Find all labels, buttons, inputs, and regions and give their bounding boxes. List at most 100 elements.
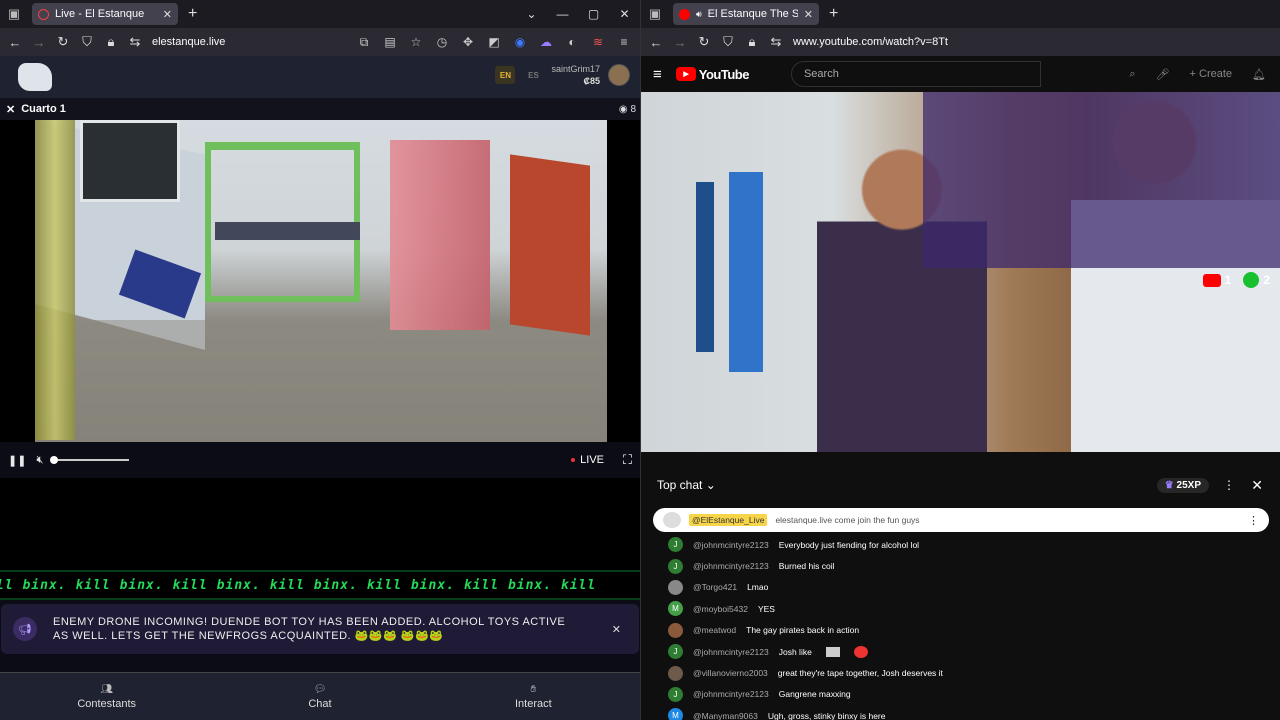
- tab-overview-icon[interactable]: ▣: [641, 0, 669, 28]
- close-window-icon[interactable]: ✕: [609, 7, 640, 21]
- shield-icon[interactable]: ⛉: [76, 34, 98, 50]
- search-input[interactable]: Search: [790, 61, 1041, 87]
- lock-icon[interactable]: 🔒︎: [741, 34, 763, 50]
- chat-message[interactable]: J @johnmcintyre2123 Josh like: [653, 641, 1269, 662]
- history-icon[interactable]: ◷: [430, 35, 454, 49]
- chat-message[interactable]: @villanovierno2003 great they're tape tog…: [653, 662, 1269, 683]
- chat-author[interactable]: @moyboi5432: [693, 604, 748, 614]
- lang-es-button[interactable]: ES: [523, 66, 543, 84]
- chat-message[interactable]: M @Manyman9063 Ugh, gross, stinky binxy is…: [653, 705, 1269, 720]
- fullscreen-icon[interactable]: ⛶: [623, 452, 632, 468]
- back-icon[interactable]: ←: [645, 35, 667, 50]
- nav-chat[interactable]: 💬︎ Chat: [213, 673, 426, 720]
- chat-text: Everybody just fiending for alcohol lol: [778, 539, 920, 550]
- avatar[interactable]: J: [668, 686, 683, 702]
- extension-blue-icon[interactable]: ◉: [508, 35, 532, 49]
- user-info[interactable]: saintGrim17 ₡85: [551, 63, 600, 87]
- shield-icon[interactable]: ⛉: [717, 34, 739, 50]
- xp-badge[interactable]: ♛ 25XP: [1156, 477, 1209, 493]
- extension-red-icon[interactable]: ≋: [586, 35, 610, 49]
- chat-author[interactable]: @meatwod: [693, 625, 736, 635]
- close-tab-icon[interactable]: ✕: [163, 8, 172, 21]
- youtube-logo[interactable]: ▶ YouTube: [675, 66, 750, 82]
- avatar[interactable]: M: [668, 708, 683, 720]
- avatar[interactable]: [608, 64, 630, 86]
- chat-author[interactable]: @johnmcintyre2123: [693, 540, 769, 550]
- youtube-video[interactable]: 1 2: [641, 92, 1280, 452]
- hamburger-menu-icon[interactable]: ≡: [653, 66, 662, 83]
- volume-knob[interactable]: [50, 456, 59, 464]
- avatar[interactable]: [668, 665, 683, 681]
- elestanque-logo[interactable]: [18, 63, 52, 91]
- chat-message[interactable]: @meatwod The gay pirates back in action: [653, 620, 1269, 641]
- chat-author[interactable]: @villanovierno2003: [693, 668, 768, 678]
- forward-icon[interactable]: →: [28, 35, 50, 50]
- create-button[interactable]: + Create: [1190, 68, 1233, 80]
- announcement-text: ENEMY DRONE INCOMING! DUENDE BOT TOY HAS…: [53, 616, 566, 642]
- extensions-icon[interactable]: ✥: [456, 35, 480, 49]
- extension-purple-icon[interactable]: ☁: [534, 35, 558, 49]
- search-icon[interactable]: ⌕: [1129, 68, 1135, 81]
- chat-author[interactable]: @Torgo421: [693, 582, 737, 592]
- nav-contestants[interactable]: 👥︎ Contestants: [0, 673, 213, 720]
- avatar[interactable]: [668, 579, 683, 595]
- chat-author[interactable]: @johnmcintyre2123: [693, 647, 769, 657]
- reader-icon[interactable]: ▤: [378, 35, 402, 49]
- reload-icon[interactable]: ↻: [52, 34, 74, 50]
- picture-in-picture-icon[interactable]: ⧉: [352, 35, 376, 50]
- chat-message[interactable]: @Torgo421 Lmao: [653, 577, 1269, 598]
- new-tab-icon[interactable]: +: [188, 5, 197, 23]
- chat-author[interactable]: @Manyman9063: [693, 711, 758, 720]
- chat-message[interactable]: J @johnmcintyre2123 Everybody just fiendin…: [653, 534, 1269, 555]
- notifications-icon[interactable]: 🔔︎: [1252, 68, 1266, 81]
- mute-icon[interactable]: 🔇︎: [36, 454, 43, 467]
- extension-off-icon[interactable]: ◩: [482, 35, 506, 49]
- more-options-icon[interactable]: ⋮: [1223, 478, 1235, 492]
- lock-icon[interactable]: 🔒︎: [100, 34, 122, 50]
- bookmark-star-icon[interactable]: ☆: [404, 35, 428, 49]
- microphone-icon[interactable]: 🎤︎: [1156, 68, 1170, 81]
- tab-list-icon[interactable]: ⌄: [516, 7, 547, 21]
- close-announcement-icon[interactable]: ✕: [612, 623, 621, 636]
- youtube-count: 1: [1224, 273, 1232, 287]
- new-tab-icon[interactable]: +: [829, 5, 838, 23]
- minimize-icon[interactable]: —: [547, 7, 578, 21]
- camera-video[interactable]: [0, 120, 640, 442]
- avatar[interactable]: [668, 622, 683, 638]
- account-icon[interactable]: ◐: [560, 35, 584, 49]
- avatar[interactable]: J: [668, 537, 683, 553]
- lang-en-button[interactable]: EN: [495, 66, 516, 84]
- chat-mode-dropdown[interactable]: Top chat ⌄: [657, 478, 716, 492]
- menu-icon[interactable]: ≡: [612, 35, 636, 49]
- volume-slider[interactable]: [50, 456, 130, 464]
- avatar[interactable]: M: [668, 601, 683, 617]
- chat-author[interactable]: @johnmcintyre2123: [693, 561, 769, 571]
- forward-icon[interactable]: →: [669, 35, 691, 50]
- youtube-logo-text: YouTube: [698, 66, 750, 82]
- site-settings-icon[interactable]: ⇆: [765, 34, 787, 50]
- site-settings-icon[interactable]: ⇆: [124, 34, 146, 50]
- url-field[interactable]: www.youtube.com/watch?v=8Tt: [789, 36, 1276, 48]
- chat-message[interactable]: J @johnmcintyre2123 Gangrene maxxing: [653, 684, 1269, 705]
- url-field[interactable]: elestanque.live: [148, 36, 350, 48]
- avatar[interactable]: J: [668, 558, 683, 574]
- avatar[interactable]: J: [668, 644, 683, 660]
- back-icon[interactable]: ←: [4, 35, 26, 50]
- close-chat-icon[interactable]: ✕: [1251, 477, 1263, 494]
- tab-overview-icon[interactable]: ▣: [0, 0, 28, 28]
- pinned-message[interactable]: @ElEstanque_Live elestanque.live come jo…: [653, 508, 1269, 532]
- close-camera-icon[interactable]: ✕: [6, 103, 15, 116]
- audio-playing-icon[interactable]: 🔊︎: [696, 9, 702, 20]
- maximize-icon[interactable]: ▢: [578, 7, 609, 21]
- pause-icon[interactable]: ❚❚: [8, 454, 26, 467]
- chat-message[interactable]: J @johnmcintyre2123 Burned his coil: [653, 555, 1269, 576]
- header-right: EN ES saintGrim17 ₡85: [495, 63, 630, 87]
- browser-tab[interactable]: Live - El Estanque ✕: [32, 3, 178, 25]
- pinned-more-icon[interactable]: ⋮: [1248, 514, 1259, 527]
- chat-message[interactable]: M @moyboi5432 YES: [653, 598, 1269, 619]
- nav-interact[interactable]: ✋︎ Interact: [427, 673, 640, 720]
- browser-tab[interactable]: 🔊︎ El Estanque The Social Expe ✕: [673, 3, 819, 25]
- close-tab-icon[interactable]: ✕: [804, 8, 813, 21]
- reload-icon[interactable]: ↻: [693, 34, 715, 50]
- chat-author[interactable]: @johnmcintyre2123: [693, 689, 769, 699]
